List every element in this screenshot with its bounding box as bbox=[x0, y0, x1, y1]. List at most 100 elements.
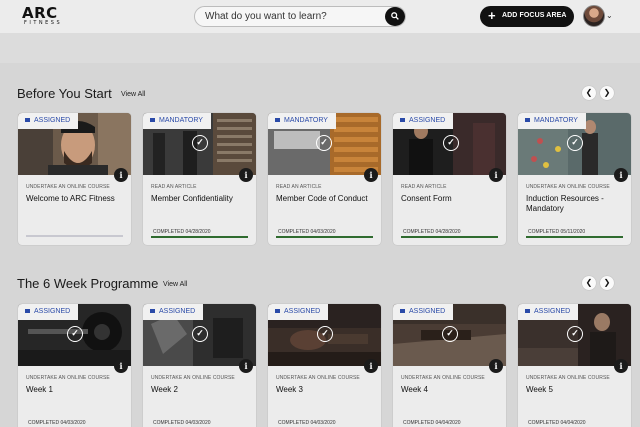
chevron-right-icon[interactable]: ❯ bbox=[600, 276, 614, 290]
course-card[interactable]: ✓ MANDATORY i READ AN ARTICLE Member Cod… bbox=[268, 113, 381, 245]
completed-check-icon: ✓ bbox=[67, 326, 83, 342]
completed-check-icon: ✓ bbox=[192, 135, 208, 151]
course-type: UNDERTAKE AN ONLINE COURSE bbox=[526, 184, 610, 190]
completed-date: COMPLETED 04/28/2020 bbox=[403, 229, 461, 235]
info-icon[interactable]: i bbox=[489, 359, 503, 373]
add-focus-area-label: ADD FOCUS AREA bbox=[502, 12, 567, 19]
completed-check-icon: ✓ bbox=[567, 135, 583, 151]
progress-bar bbox=[526, 236, 623, 238]
flag-icon bbox=[275, 309, 280, 313]
course-type: READ AN ARTICLE bbox=[401, 184, 447, 190]
course-title: Welcome to ARC Fitness bbox=[26, 194, 115, 203]
section-title-before-you-start: Before You Start bbox=[17, 86, 112, 101]
chevron-left-icon[interactable]: ❮ bbox=[582, 276, 596, 290]
progress-bar bbox=[26, 235, 123, 237]
status-badge: ASSIGNED bbox=[393, 113, 454, 129]
info-icon[interactable]: i bbox=[239, 168, 253, 182]
section-title-6-week-programme: The 6 Week Programme bbox=[17, 276, 159, 291]
info-icon[interactable]: i bbox=[489, 168, 503, 182]
course-title: Week 1 bbox=[26, 385, 53, 394]
course-type: UNDERTAKE AN ONLINE COURSE bbox=[26, 184, 110, 190]
completed-check-icon: ✓ bbox=[316, 135, 332, 151]
info-icon[interactable]: i bbox=[364, 359, 378, 373]
course-title: Week 5 bbox=[526, 385, 553, 394]
course-type: UNDERTAKE AN ONLINE COURSE bbox=[151, 375, 235, 381]
course-type: UNDERTAKE AN ONLINE COURSE bbox=[276, 375, 360, 381]
header-band bbox=[0, 33, 640, 63]
course-title: Week 4 bbox=[401, 385, 428, 394]
search-icon bbox=[391, 12, 399, 20]
info-icon[interactable]: i bbox=[614, 359, 628, 373]
user-avatar[interactable] bbox=[583, 5, 605, 27]
add-focus-area-button[interactable]: + ADD FOCUS AREA bbox=[480, 6, 574, 27]
chevron-down-icon[interactable]: ⌄ bbox=[606, 11, 613, 20]
view-all-link[interactable]: View All bbox=[163, 281, 187, 288]
course-card[interactable]: ✓ ASSIGNED i UNDERTAKE AN ONLINE COURSE … bbox=[143, 304, 256, 427]
completed-date: COMPLETED 04/03/2020 bbox=[28, 420, 86, 426]
logo-subtext: FITNESS bbox=[24, 20, 63, 26]
status-badge: ASSIGNED bbox=[518, 304, 579, 320]
completed-check-icon: ✓ bbox=[317, 326, 333, 342]
course-title: Member Confidentiality bbox=[151, 194, 233, 203]
info-icon[interactable]: i bbox=[614, 168, 628, 182]
status-badge: ASSIGNED bbox=[18, 113, 79, 129]
course-title: Week 2 bbox=[151, 385, 178, 394]
course-card[interactable]: ✓ ASSIGNED i UNDERTAKE AN ONLINE COURSE … bbox=[393, 304, 506, 427]
course-type: UNDERTAKE AN ONLINE COURSE bbox=[526, 375, 610, 381]
info-icon[interactable]: i bbox=[114, 359, 128, 373]
logo-text: ARC bbox=[22, 4, 58, 22]
completed-date: COMPLETED 05/11/2020 bbox=[528, 229, 586, 235]
course-card[interactable]: ✓ ASSIGNED i UNDERTAKE AN ONLINE COURSE … bbox=[518, 304, 631, 427]
course-card[interactable]: ✓ ASSIGNED i UNDERTAKE AN ONLINE COURSE … bbox=[18, 304, 131, 427]
info-icon[interactable]: i bbox=[114, 168, 128, 182]
search-input[interactable] bbox=[205, 9, 380, 24]
course-type: UNDERTAKE AN ONLINE COURSE bbox=[401, 375, 485, 381]
course-card[interactable]: ✓ MANDATORY i UNDERTAKE AN ONLINE COURSE… bbox=[518, 113, 631, 245]
course-title: Consent Form bbox=[401, 194, 452, 203]
flag-icon bbox=[150, 118, 155, 122]
course-card[interactable]: ✓ ASSIGNED i UNDERTAKE AN ONLINE COURSE … bbox=[268, 304, 381, 427]
view-all-link[interactable]: View All bbox=[121, 91, 145, 98]
info-icon[interactable]: i bbox=[239, 359, 253, 373]
progress-bar bbox=[151, 236, 248, 238]
completed-check-icon: ✓ bbox=[567, 326, 583, 342]
flag-icon bbox=[525, 309, 530, 313]
status-badge: ASSIGNED bbox=[18, 304, 79, 320]
course-card[interactable]: ✓ ASSIGNED i READ AN ARTICLE Consent For… bbox=[393, 113, 506, 245]
course-type: READ AN ARTICLE bbox=[276, 184, 322, 190]
chevron-right-icon[interactable]: ❯ bbox=[600, 86, 614, 100]
completed-date: COMPLETED 04/04/2020 bbox=[403, 420, 461, 426]
status-badge: ASSIGNED bbox=[143, 304, 204, 320]
status-badge: MANDATORY bbox=[518, 113, 586, 129]
completed-date: COMPLETED 04/03/2020 bbox=[278, 229, 336, 235]
arc-fitness-logo[interactable]: ARC FITNESS bbox=[22, 4, 63, 27]
course-card[interactable]: ✓ MANDATORY i READ AN ARTICLE Member Con… bbox=[143, 113, 256, 245]
course-type: READ AN ARTICLE bbox=[151, 184, 197, 190]
plus-icon: + bbox=[488, 8, 496, 23]
flag-icon bbox=[275, 118, 280, 122]
progress-bar bbox=[276, 236, 373, 238]
flag-icon bbox=[25, 118, 30, 122]
course-type: UNDERTAKE AN ONLINE COURSE bbox=[26, 375, 110, 381]
course-title: Member Code of Conduct bbox=[276, 194, 368, 203]
course-card[interactable]: ASSIGNED i UNDERTAKE AN ONLINE COURSE We… bbox=[18, 113, 131, 245]
top-bar: ARC FITNESS + ADD FOCUS AREA ⌄ bbox=[0, 0, 640, 33]
completed-date: COMPLETED 04/03/2020 bbox=[278, 420, 336, 426]
flag-icon bbox=[525, 118, 530, 122]
info-icon[interactable]: i bbox=[364, 168, 378, 182]
completed-check-icon: ✓ bbox=[192, 326, 208, 342]
course-title: Week 3 bbox=[276, 385, 303, 394]
completed-check-icon: ✓ bbox=[443, 135, 459, 151]
flag-icon bbox=[150, 309, 155, 313]
chevron-left-icon[interactable]: ❮ bbox=[582, 86, 596, 100]
flag-icon bbox=[400, 309, 405, 313]
progress-bar bbox=[401, 236, 498, 238]
status-badge: MANDATORY bbox=[268, 113, 336, 129]
search-button[interactable] bbox=[385, 7, 405, 26]
status-badge: ASSIGNED bbox=[393, 304, 454, 320]
completed-date: COMPLETED 04/28/2020 bbox=[153, 229, 211, 235]
completed-check-icon: ✓ bbox=[442, 326, 458, 342]
status-badge: MANDATORY bbox=[143, 113, 211, 129]
course-title: Induction Resources - Mandatory bbox=[526, 194, 604, 213]
search-bar bbox=[194, 6, 406, 27]
